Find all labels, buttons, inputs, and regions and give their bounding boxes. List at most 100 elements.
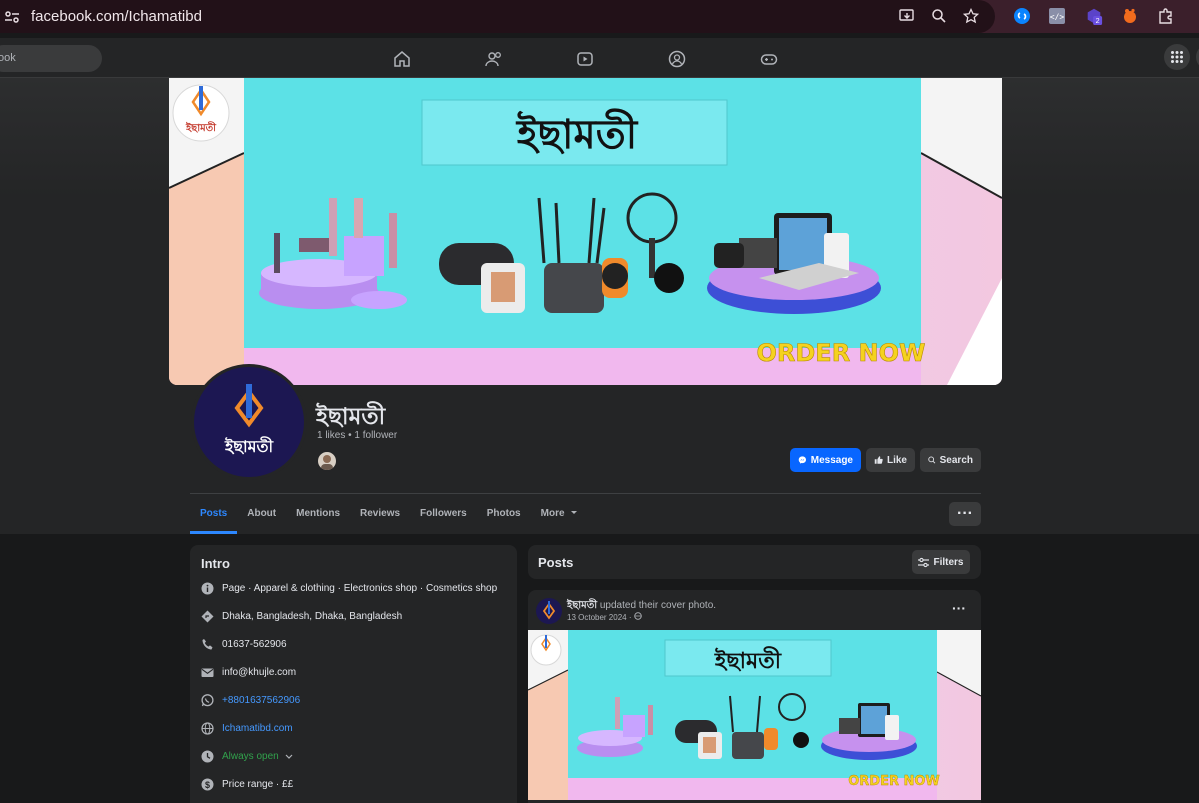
post-author-avatar[interactable] (536, 598, 562, 624)
install-app-icon[interactable] (898, 7, 916, 25)
svg-text:ইছামতী: ইছামতী (185, 120, 217, 134)
like-button[interactable]: Like (866, 448, 915, 472)
search-label: Search (939, 454, 973, 466)
person-avatar-icon (321, 455, 333, 470)
brand-logo-icon (234, 383, 264, 427)
gaming-icon[interactable] (760, 50, 778, 68)
tab-photos[interactable]: Photos (477, 494, 531, 534)
post-action-text: updated their cover photo. (597, 600, 717, 611)
filter-sliders-icon (918, 557, 930, 567)
whatsapp-link[interactable]: +8801637562906 (222, 695, 300, 706)
email-icon (201, 668, 214, 677)
price-icon: $ (201, 778, 214, 791)
shazam-extension-icon[interactable] (1013, 7, 1031, 25)
address-text: Dhaka, Bangladesh, Dhaka, Bangladesh (222, 611, 403, 622)
browser-toolbar: facebook.com/Ichamatibd </> 2 (0, 0, 1199, 33)
home-icon[interactable] (393, 50, 411, 68)
bookmark-star-icon[interactable] (962, 7, 980, 25)
posts-title: Posts (538, 555, 574, 570)
intro-price: $ Price range · ££ (201, 778, 293, 791)
thumbs-up-icon (874, 456, 883, 464)
follower-avatar[interactable] (316, 450, 338, 472)
friends-icon[interactable] (485, 50, 503, 68)
tab-mentions[interactable]: Mentions (286, 494, 350, 534)
site-settings-icon[interactable] (4, 9, 20, 25)
more-options-button[interactable]: ··· (949, 502, 981, 526)
email-text[interactable]: info@khujle.com (222, 667, 296, 678)
tab-posts[interactable]: Posts (190, 494, 238, 534)
tab-followers[interactable]: Followers (410, 494, 477, 534)
apps-menu-button[interactable] (1164, 44, 1190, 70)
intro-address: Dhaka, Bangladesh, Dhaka, Bangladesh (201, 610, 402, 623)
svg-text:$: $ (205, 780, 210, 790)
post-menu-button[interactable]: ··· (952, 600, 966, 616)
filters-button[interactable]: Filters (912, 550, 970, 574)
profile-logo: ইছামতী (194, 367, 304, 477)
filters-label: Filters (933, 556, 964, 568)
fire-extension-icon[interactable] (1121, 7, 1139, 25)
groups-icon[interactable] (668, 50, 686, 68)
website-link[interactable]: Ichamatibd.com (222, 723, 293, 734)
caret-down-icon (571, 511, 578, 514)
phone-icon (202, 639, 213, 650)
zoom-icon[interactable] (930, 7, 948, 25)
intro-card: Intro Page · Apparel & clothing · Electr… (190, 545, 517, 803)
category-text: Page · Apparel & clothing · Electronics … (222, 583, 498, 594)
phone-text: 01637-562906 (222, 639, 287, 650)
message-label: Message (810, 454, 853, 466)
info-icon (201, 582, 214, 595)
like-label: Like (886, 454, 907, 466)
post-author-name[interactable]: ইছামতী (567, 600, 597, 611)
tab-more[interactable]: More (531, 494, 589, 534)
post-date[interactable]: 13 October 2024 · (567, 612, 642, 622)
posts-header: Posts Filters (528, 545, 981, 579)
chevron-down-icon (285, 754, 293, 759)
tab-reviews[interactable]: Reviews (350, 494, 410, 534)
post-image[interactable]: ইছামতী ORDER NOW (528, 630, 981, 800)
intro-title: Intro (201, 556, 230, 571)
post-card: ইছামতী updated their cover photo. 13 Oct… (528, 590, 981, 803)
intro-hours[interactable]: Always open (201, 750, 293, 763)
hours-text: Always open (222, 751, 279, 762)
svg-text:ইছামতী: ইছামতী (515, 108, 639, 157)
code-extension-icon[interactable]: </> (1048, 7, 1066, 25)
cube-extension-icon[interactable]: 2 (1085, 7, 1103, 25)
tab-more-label: More (540, 508, 565, 519)
facebook-top-nav: ook (0, 38, 1199, 78)
intro-phone: 01637-562906 (201, 638, 287, 651)
post-cover-image: ইছামতী ORDER NOW (528, 630, 981, 800)
url-text[interactable]: facebook.com/Ichamatibd (31, 8, 202, 25)
grid-icon (1171, 51, 1183, 63)
address-bar[interactable]: facebook.com/Ichamatibd (0, 0, 995, 33)
intro-whatsapp: +8801637562906 (201, 694, 300, 707)
extensions-puzzle-icon[interactable] (1157, 7, 1175, 25)
page-tabs: Posts About Mentions Reviews Followers P… (190, 494, 588, 534)
clock-icon (201, 750, 214, 763)
tab-about[interactable]: About (237, 494, 286, 534)
intro-website: Ichamatibd.com (201, 722, 293, 735)
cover-photo[interactable]: ইছামতী ইছামতী ORDER NOW (169, 78, 1002, 385)
svg-text:ORDER NOW: ORDER NOW (848, 774, 940, 789)
profile-picture[interactable]: ইছামতী (191, 364, 307, 480)
intro-category: Page · Apparel & clothing · Electronics … (201, 582, 497, 595)
svg-text:ORDER NOW: ORDER NOW (757, 339, 926, 367)
post-date-text: 13 October 2024 · (567, 613, 634, 622)
intro-email: info@khujle.com (201, 666, 296, 679)
svg-text:ইছামতী: ইছামতী (714, 646, 782, 673)
message-button[interactable]: Message (790, 448, 861, 472)
public-globe-icon (633, 612, 642, 620)
svg-text:</>: </> (1050, 13, 1065, 22)
search-icon (928, 456, 936, 464)
profile-logo-text: ইছামতী (224, 438, 274, 456)
directions-icon (201, 610, 214, 623)
video-icon[interactable] (576, 50, 594, 68)
page-search-button[interactable]: Search (920, 448, 981, 472)
facebook-search-input[interactable]: ook (0, 45, 102, 72)
whatsapp-icon (201, 694, 214, 707)
price-text: Price range · ££ (222, 779, 294, 790)
page-stats[interactable]: 1 likes • 1 follower (317, 430, 397, 441)
svg-text:2: 2 (1096, 16, 1100, 25)
globe-icon (201, 722, 214, 735)
messenger-icon (798, 456, 807, 464)
cover-banner: ইছামতী ইছামতী ORDER NOW (169, 78, 1002, 385)
